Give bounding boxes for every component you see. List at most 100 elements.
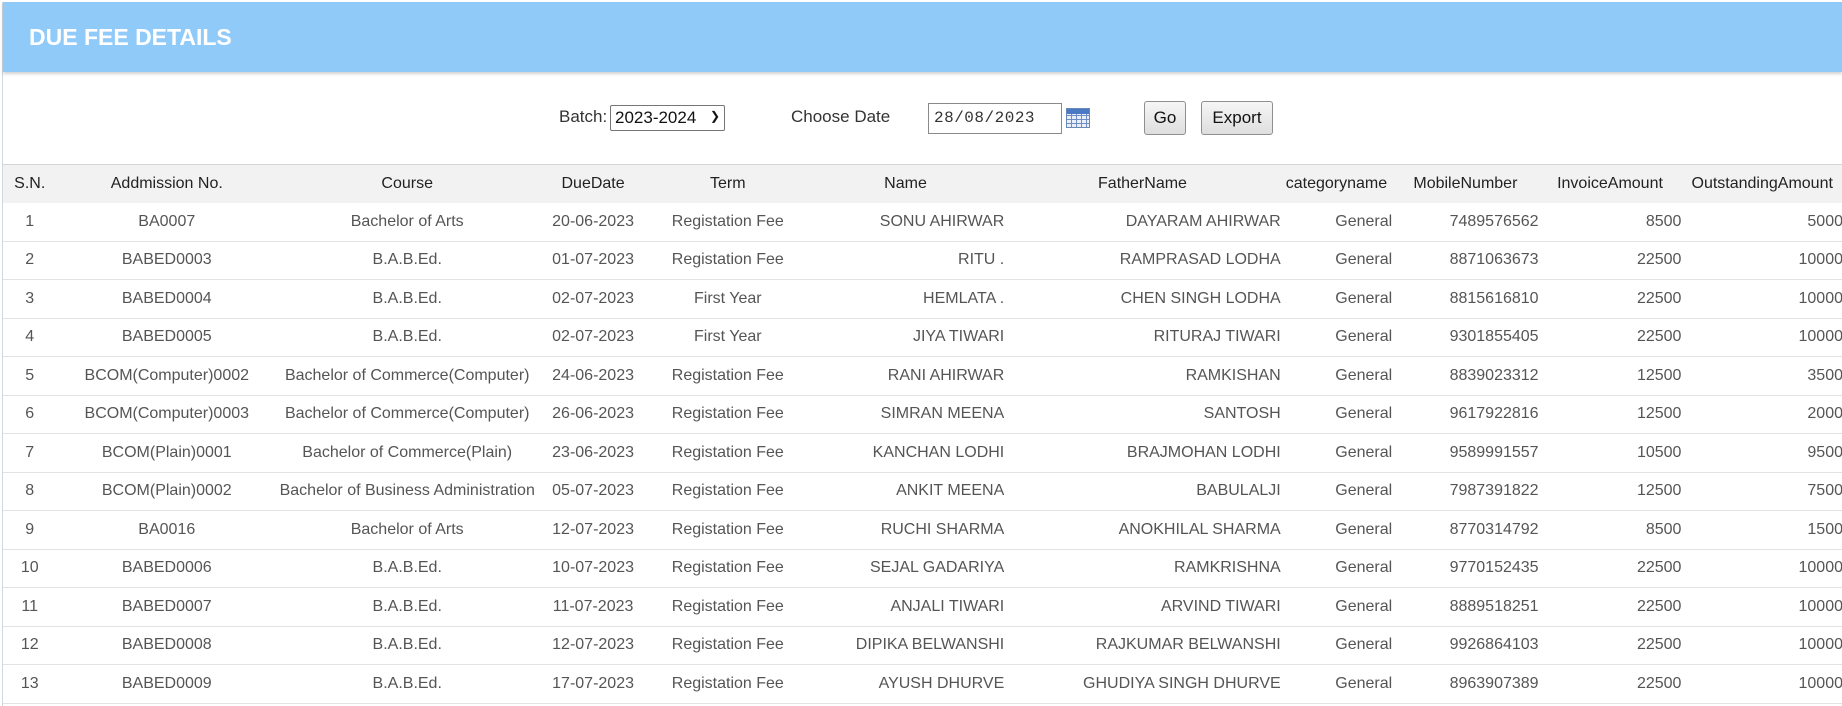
cell-category: General [1335,636,1393,654]
cell-father-name: RAMPRASAD LODHA [1119,251,1281,269]
cell-due-date: 01-07-2023 [552,251,634,269]
cell-invoice-amount: 8500 [1645,212,1682,230]
cell-course: Bachelor of Business Administration [279,482,535,500]
table-row: 13 BABED0009 B.A.B.Ed. 17-07-2023 Registatio… [3,665,1842,704]
cell-due-date: 20-06-2023 [552,212,634,230]
cell-due-date: 26-06-2023 [552,405,634,423]
cell-term: Registation Fee [671,482,784,500]
cell-father-name: RITURAJ TIWARI [1153,328,1281,346]
cell-father-name: GHUDIYA SINGH DHURVE [1083,674,1281,692]
cell-mobile: 8871063673 [1449,251,1539,269]
cell-sn: 6 [25,405,35,423]
admission-link[interactable]: BA0016 [56,511,277,550]
column-header-due-date: DueDate [537,164,649,203]
cell-term: First Year [694,289,762,307]
cell-course: B.A.B.Ed. [372,328,442,346]
table-header-row: S.N. Addmission No. Course DueDate Term Name F… [3,164,1842,203]
cell-mobile: 9770152435 [1449,559,1539,577]
choose-date-label: Choose Date [791,107,891,126]
cell-category: General [1335,559,1393,577]
go-button[interactable]: Go [1144,101,1186,135]
cell-category: General [1335,289,1393,307]
cell-due-date: 17-07-2023 [552,674,634,692]
column-header-name: Name [806,164,1005,203]
admission-link[interactable]: BABED0005 [56,318,277,357]
cell-outstanding-amount: 10000 [1798,289,1842,307]
chevron-down-icon: ❯ [709,109,720,123]
table-row: 12 BABED0008 B.A.B.Ed. 12-07-2023 Registatio… [3,626,1842,665]
table-row: 10 BABED0006 B.A.B.Ed. 10-07-2023 Registatio… [3,549,1842,588]
cell-category: General [1335,328,1393,346]
cell-outstanding-amount: 10000 [1798,251,1842,269]
cell-invoice-amount: 22500 [1636,597,1682,615]
cell-sn: 9 [25,520,35,538]
cell-course: Bachelor of Commerce(Plain) [302,443,513,461]
cell-father-name: ANOKHILAL SHARMA [1118,520,1281,538]
cell-name: ANJALI TIWARI [890,597,1005,615]
cell-invoice-amount: 12500 [1636,482,1682,500]
cell-term: Registation Fee [671,443,784,461]
admission-link[interactable]: BCOM(Plain)0001 [56,434,277,473]
cell-invoice-amount: 22500 [1636,251,1682,269]
cell-father-name: CHEN SINGH LODHA [1120,289,1281,307]
admission-link[interactable]: BABED0007 [56,588,277,627]
cell-name: SEJAL GADARIYA [869,559,1005,577]
table-row: 9 BA0016 Bachelor of Arts 12-07-2023 Regista… [3,511,1842,550]
cell-name: AYUSH DHURVE [878,674,1005,692]
admission-link[interactable]: BCOM(Plain)0002 [56,472,277,511]
cell-outstanding-amount: 10000 [1798,328,1842,346]
cell-outstanding-amount: 1500 [1807,520,1842,538]
admission-link[interactable]: BABED0009 [56,665,277,704]
cell-name: SONU AHIRWAR [879,212,1005,230]
cell-outstanding-amount: 9500 [1807,443,1842,461]
cell-mobile: 8963907389 [1449,674,1539,692]
table-row: 8 BCOM(Plain)0002 Bachelor of Business Adm… [3,472,1842,511]
admission-link[interactable]: BCOM(Computer)0003 [56,395,277,434]
cell-sn: 10 [20,559,39,577]
cell-outstanding-amount: 2000 [1807,405,1842,423]
export-button[interactable]: Export [1201,101,1273,135]
cell-name: SIMRAN MEENA [880,405,1005,423]
cell-invoice-amount: 22500 [1636,559,1682,577]
cell-invoice-amount: 22500 [1636,636,1682,654]
table-row: 11 BABED0007 B.A.B.Ed. 11-07-2023 Registatio… [3,588,1842,627]
filter-bar: Batch: 2023-2024 ❯ Choose Date 28/08/202… [3,72,1842,164]
cell-invoice-amount: 22500 [1636,674,1682,692]
cell-due-date: 10-07-2023 [552,559,634,577]
cell-outstanding-amount: 10000 [1798,597,1842,615]
cell-mobile: 8770314792 [1449,520,1539,538]
cell-father-name: DAYARAM AHIRWAR [1125,212,1281,230]
cell-due-date: 05-07-2023 [552,482,634,500]
cell-term: Registation Fee [671,251,784,269]
cell-term: Registation Fee [671,405,784,423]
cell-category: General [1335,520,1393,538]
cell-sn: 4 [25,328,35,346]
cell-category: General [1335,366,1393,384]
admission-link[interactable]: BCOM(Computer)0002 [56,357,277,396]
admission-link[interactable]: BABED0008 [56,626,277,665]
admission-link[interactable]: BA0007 [56,203,277,242]
calendar-icon[interactable] [1066,108,1090,128]
cell-name: RUCHI SHARMA [880,520,1005,538]
admission-link[interactable]: BABED0006 [56,549,277,588]
admission-link[interactable]: BABED0003 [56,241,277,280]
cell-name: JIYA TIWARI [912,328,1005,346]
cell-name: ANKIT MEENA [896,482,1005,500]
cell-outstanding-amount: 7500 [1807,482,1842,500]
column-header-father-name: FatherName [1004,164,1281,203]
cell-term: Registation Fee [671,674,784,692]
date-input[interactable]: 28/08/2023 [928,103,1062,134]
column-header-invoice-amount: InvoiceAmount [1538,164,1682,203]
cell-invoice-amount: 10500 [1636,443,1682,461]
cell-sn: 5 [25,366,35,384]
cell-invoice-amount: 8500 [1645,520,1682,538]
admission-link[interactable]: BABED0004 [56,280,277,319]
cell-course: Bachelor of Arts [350,212,464,230]
cell-mobile: 8815616810 [1449,289,1539,307]
cell-father-name: SANTOSH [1203,405,1281,423]
batch-select[interactable]: 2023-2024 ❯ [610,105,725,131]
cell-due-date: 23-06-2023 [552,443,634,461]
cell-mobile: 9301855405 [1449,328,1539,346]
cell-due-date: 12-07-2023 [552,636,634,654]
column-header-term: Term [648,164,807,203]
